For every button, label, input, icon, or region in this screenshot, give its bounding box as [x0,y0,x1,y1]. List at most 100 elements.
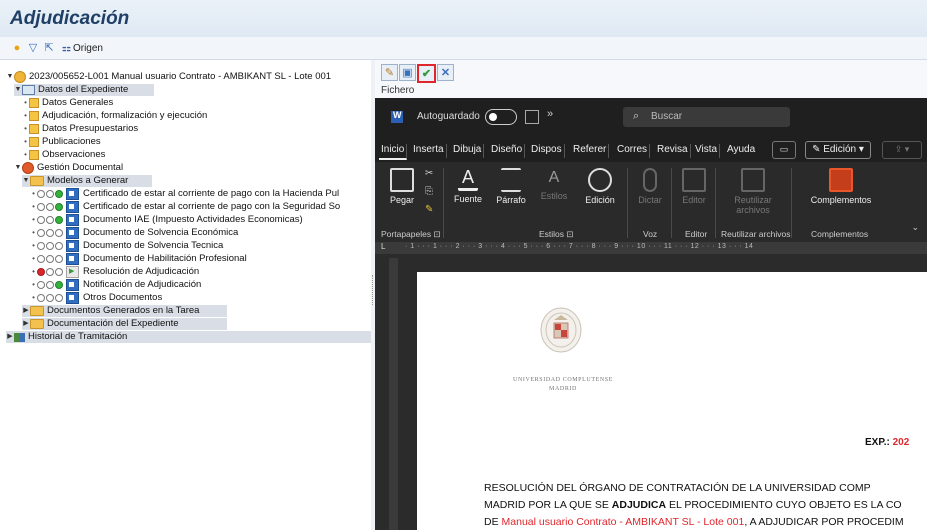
tab-inicio[interactable]: Inicio [379,144,408,160]
styles-button[interactable]: A Estilos [535,168,573,201]
documents-icon [22,162,34,174]
tab-revisar[interactable]: Revisa [655,144,691,158]
find-icon [588,168,612,192]
close-icon[interactable]: ✕ [437,64,454,81]
resolution-text: RESOLUCIÓN DEL ÓRGANO DE CONTRATACIÓN DE… [484,482,904,528]
document-page[interactable]: UNIVERSIDAD COMPLUTENSE MADRID EXP.: 202… [417,272,927,530]
editor-button[interactable]: Editor [677,168,711,205]
reuse-icon [741,168,765,192]
tree-historial[interactable]: ▶ Historial de Tramitación [6,331,371,343]
tree-item-publicaciones[interactable]: • Publicaciones [22,136,101,148]
model-item[interactable]: • Resolución de Adjudicación [30,266,199,278]
more-commands[interactable]: » [547,108,553,120]
search-placeholder: Buscar [651,111,683,122]
model-item[interactable]: • Otros Documentos [30,292,162,304]
group-portapapeles: Portapapeles ⊡ [381,229,441,239]
status-lights-icon [37,294,63,302]
tab-dibujar[interactable]: Dibuja [451,144,485,158]
word-doc-icon [66,279,79,291]
expand-arrow-icon[interactable]: ▶ [6,331,14,343]
filter-icon[interactable]: ▽ [26,41,40,55]
tree-item-observaciones[interactable]: • Observaciones [22,149,105,161]
status-lights-icon [37,242,63,250]
collapse-icon[interactable]: ⇱ [42,41,56,55]
group-complementos: Complementos [811,229,869,239]
paragraph-icon [501,168,521,192]
tree-docs-tarea[interactable]: ▶ Documentos Generados en la Tarea [22,305,227,317]
search-icon: ⌕ [633,110,640,122]
model-item[interactable]: • Certificado de estar al corriente de p… [30,201,340,213]
paste-button[interactable]: Pegar [385,168,419,205]
tab-ayuda[interactable]: Ayuda [725,144,757,158]
tab-diseno[interactable]: Diseño [489,144,526,158]
group-reutilizar: Reutilizar archivos [721,229,791,239]
copy-icon[interactable]: ⎘ [425,186,433,197]
resolution-doc-icon [66,266,79,278]
search-box[interactable]: ⌕ Buscar [623,107,790,127]
origin-icon: ⚏ [62,42,71,54]
edit-mode-button[interactable]: ✎ Edición ▾ [805,141,871,159]
edit-icon[interactable]: ✎ [381,64,398,81]
tree-datos-expediente[interactable]: ▼ Datos del Expediente [14,84,154,96]
model-item[interactable]: • Certificado de estar al corriente de p… [30,188,339,200]
university-name: UNIVERSIDAD COMPLUTENSE MADRID [513,377,613,392]
comment-icon[interactable]: ▭ [772,141,796,159]
model-item[interactable]: • Notificación de Adjudicación [30,279,201,291]
collapse-arrow-icon[interactable]: ▼ [14,84,22,96]
model-item[interactable]: • Documento IAE (Impuesto Actividades Ec… [30,214,303,226]
font-button[interactable]: A Fuente [449,168,487,204]
expand-arrow-icon[interactable]: ▶ [22,305,30,317]
origin-button[interactable]: ⚏ Origen [62,40,103,56]
collapse-arrow-icon[interactable]: ▼ [6,71,14,83]
model-item[interactable]: • Documento de Habilitación Profesional [30,253,247,265]
tree-gestion-documental[interactable]: ▼ Gestión Documental [14,162,123,174]
new-icon[interactable]: ● [10,41,24,55]
app-header: Adjudicación [0,0,927,38]
model-item[interactable]: • Documento de Solvencia Económica [30,227,238,239]
tree-item-adjudicacion[interactable]: • Adjudicación, formalización y ejecució… [22,110,207,122]
addins-button[interactable]: Complementos [799,168,883,205]
save-icon[interactable] [525,110,539,124]
font-icon: A [458,168,478,191]
tree-item-presupuestarios[interactable]: • Datos Presupuestarios [22,123,138,135]
form-icon [29,98,39,108]
model-item[interactable]: • Documento de Solvencia Tecnica [30,240,223,252]
tab-disposicion[interactable]: Dispos [529,144,565,158]
origin-label: Origen [72,42,103,54]
paragraph-button[interactable]: Párrafo [491,168,531,205]
tab-referencias[interactable]: Referer [571,144,610,158]
history-icon [14,332,25,342]
status-lights-icon [37,203,63,211]
form-icon [29,111,39,121]
confirm-check-icon[interactable]: ✔ [417,64,436,83]
collapse-arrow-icon[interactable]: ▼ [22,175,30,187]
tree-doc-expediente[interactable]: ▶ Documentación del Expediente [22,318,227,330]
folder-icon [30,319,44,329]
tree-modelos[interactable]: ▼ Modelos a Generar [22,175,152,187]
fichero-menu[interactable]: Fichero [381,85,414,96]
tree-item-datos-generales[interactable]: • Datos Generales [22,97,113,109]
collapse-ribbon-icon[interactable]: ⌄ [911,222,919,233]
save-icon[interactable]: ▣ [399,64,416,81]
word-doc-icon [66,188,79,200]
editing-button[interactable]: Edición [581,168,619,205]
tab-correspondencia[interactable]: Corres [615,144,651,158]
autosave-label: Autoguardado [417,111,480,122]
tab-vista[interactable]: Vista [693,144,721,158]
dictate-button[interactable]: Dictar [633,168,667,205]
reuse-files-button[interactable]: Reutilizar archivos [723,168,783,215]
status-lights-icon [37,255,63,263]
collapse-arrow-icon[interactable]: ▼ [14,162,22,174]
word-doc-icon [66,214,79,226]
tree-root[interactable]: ▼ 2023/005652-L001 Manual usuario Contra… [6,71,331,83]
tab-stop-icon[interactable]: L [381,242,385,251]
form-icon [29,124,39,134]
autosave-toggle[interactable] [485,109,517,125]
clipboard-icon [390,168,414,192]
expand-arrow-icon[interactable]: ▶ [22,318,30,330]
ribbon-tabs: Inicio Inserta Dibuja Diseño Dispos Refe… [375,138,927,162]
cut-icon[interactable]: ✂ [425,168,433,179]
horizontal-ruler: L · 1 · · · 1 · · · 2 · · · 3 · · · 4 · … [375,242,927,254]
format-painter-icon[interactable]: ✎ [425,204,433,215]
tab-insertar[interactable]: Inserta [411,144,447,158]
